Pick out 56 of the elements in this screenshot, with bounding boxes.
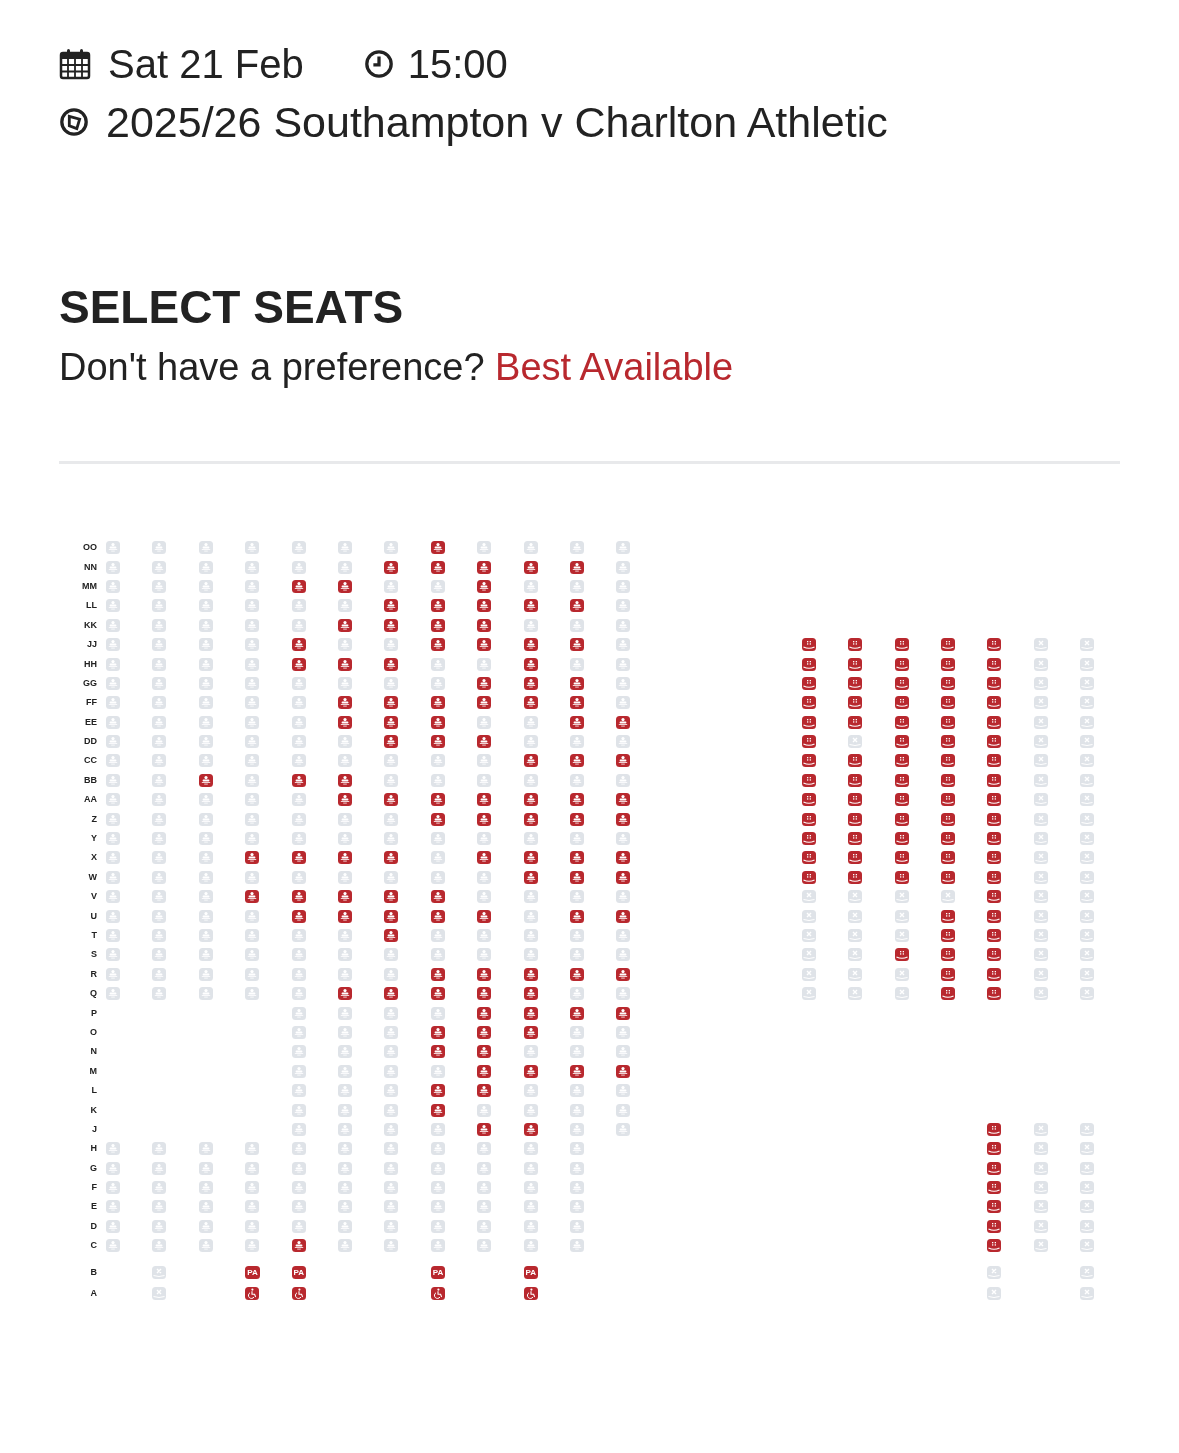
- row-label: P: [90, 1007, 98, 1019]
- row-label: G: [89, 1162, 98, 1174]
- row-label: KK: [83, 619, 98, 631]
- row-label: BB: [83, 774, 98, 786]
- pa-seat[interactable]: PA: [523, 1266, 539, 1280]
- row-label: CC: [83, 755, 98, 767]
- pa-seat[interactable]: PA: [291, 1266, 307, 1280]
- wheelchair-seat-icon[interactable]: [430, 1286, 445, 1300]
- row-label: F: [90, 1182, 98, 1194]
- row-label: U: [89, 910, 98, 922]
- row-label: N: [89, 1046, 98, 1058]
- row-label: OO: [82, 542, 98, 554]
- row-label: E: [90, 1201, 98, 1213]
- row-label: LL: [85, 600, 98, 612]
- clock-icon: [363, 49, 394, 79]
- row-label: M: [88, 1065, 98, 1077]
- pa-seat[interactable]: PA: [245, 1266, 260, 1280]
- row-label: Z: [90, 813, 98, 825]
- row-label: AA: [83, 794, 98, 806]
- row-label: W: [87, 871, 98, 883]
- row-label: V: [90, 891, 98, 903]
- section-heading: SELECT SEATS: [59, 280, 405, 334]
- row-label: Y: [90, 833, 98, 845]
- row-label: A: [89, 1287, 98, 1299]
- row-label: JJ: [86, 639, 98, 651]
- pa-seat[interactable]: PA: [430, 1266, 446, 1280]
- row-label: K: [89, 1104, 98, 1116]
- row-label: S: [90, 949, 98, 961]
- row-label: Q: [89, 988, 98, 1000]
- row-label: MM: [81, 580, 98, 592]
- preference-prompt: Don't have a preference? Best Available: [59, 345, 735, 390]
- row-label: EE: [84, 716, 98, 728]
- row-label: C: [89, 1240, 98, 1252]
- wheelchair-seat-icon[interactable]: [291, 1286, 306, 1300]
- row-label: DD: [83, 736, 98, 748]
- row-label: O: [89, 1026, 98, 1038]
- calendar-icon: [59, 48, 91, 80]
- wheelchair-seat-icon[interactable]: [523, 1286, 538, 1300]
- row-label: NN: [83, 561, 98, 573]
- row-label: X: [90, 852, 98, 864]
- row-label: H: [89, 1143, 98, 1155]
- event-title: 2025/26 Southampton v Charlton Athletic: [106, 98, 888, 146]
- row-label: R: [89, 968, 98, 980]
- row-label: D: [89, 1220, 98, 1232]
- row-label: J: [91, 1123, 98, 1135]
- row-label: FF: [85, 697, 98, 709]
- best-available-link[interactable]: Best Available: [495, 346, 734, 388]
- row-label: L: [90, 1085, 98, 1097]
- ball-icon: [59, 107, 89, 137]
- row-label: HH: [83, 658, 98, 670]
- event-date: Sat 21 Feb: [108, 41, 304, 88]
- row-label: T: [90, 930, 98, 941]
- event-time: 15:00: [407, 41, 508, 88]
- wheelchair-seat-icon[interactable]: [245, 1286, 260, 1300]
- row-label: GG: [82, 677, 98, 689]
- row-label: B: [89, 1267, 98, 1279]
